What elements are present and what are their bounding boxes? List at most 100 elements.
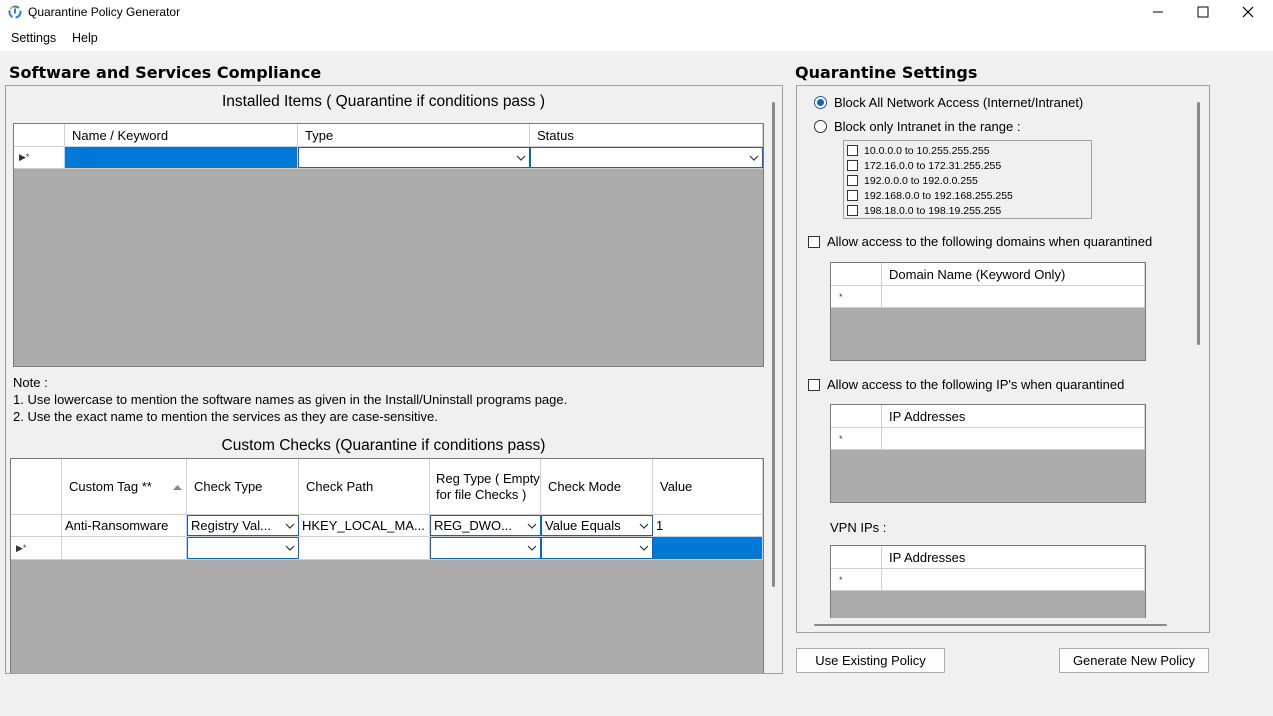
vpn-ips-label: VPN IPs : <box>830 520 887 535</box>
table-row: * <box>831 286 1145 308</box>
column-header-ip-addresses[interactable]: IP Addresses <box>882 405 1145 427</box>
range-item[interactable]: 192.0.0.0 to 192.0.0.255 <box>847 173 1091 188</box>
title-bar <box>0 0 1273 24</box>
name-keyword-input[interactable] <box>65 147 298 168</box>
reg-type-dropdown[interactable] <box>430 537 541 559</box>
table-row: ▶* <box>14 147 763 169</box>
grid-header-row: IP Addresses <box>831 546 1145 569</box>
range-label: 172.16.0.0 to 172.31.255.255 <box>864 159 1002 172</box>
block-all-label: Block All Network Access (Internet/Intra… <box>834 95 1084 110</box>
vpn-ip-input[interactable] <box>882 569 1145 590</box>
software-compliance-panel: Installed Items ( Quarantine if conditio… <box>5 85 783 674</box>
vertical-scrollbar[interactable] <box>1197 102 1200 345</box>
check-mode-dropdown[interactable] <box>541 537 653 559</box>
block-intranet-option[interactable]: Block only Intranet in the range : <box>814 119 1020 134</box>
allow-domains-checkbox[interactable] <box>808 235 820 248</box>
quarantine-settings-title: Quarantine Settings <box>795 63 978 82</box>
note-line-2: 2. Use the exact name to mention the ser… <box>13 409 438 424</box>
generate-new-policy-button[interactable]: Generate New Policy <box>1059 648 1209 673</box>
new-row-marker: * <box>831 286 882 307</box>
column-header-check-path[interactable]: Check Path <box>299 459 430 514</box>
allow-ips-label: Allow access to the following IP's when … <box>827 377 1125 392</box>
custom-tag-input[interactable] <box>62 537 187 559</box>
custom-checks-heading: Custom Checks (Quarantine if conditions … <box>221 437 546 454</box>
row-header-corner <box>831 263 882 285</box>
grid-header-row: Custom Tag ** Check Type Check Path Reg … <box>11 459 763 515</box>
column-header-check-type[interactable]: Check Type <box>187 459 299 514</box>
column-header-type[interactable]: Type <box>298 124 530 146</box>
note-line-1: 1. Use lowercase to mention the software… <box>13 392 568 407</box>
minimize-button[interactable] <box>1135 0 1181 24</box>
range-item[interactable]: 192.168.0.0 to 192.168.255.255 <box>847 188 1091 203</box>
block-intranet-radio[interactable] <box>814 120 827 133</box>
range-checkbox[interactable] <box>847 190 858 201</box>
row-header-corner <box>14 124 65 146</box>
range-item[interactable]: 198.18.0.0 to 198.19.255.255 <box>847 203 1091 218</box>
range-checkbox[interactable] <box>847 175 858 186</box>
maximize-icon <box>1197 6 1209 18</box>
range-item[interactable]: 172.16.0.0 to 172.31.255.255 <box>847 158 1091 173</box>
table-row: Anti-Ransomware Registry Val... HKEY_LOC… <box>11 515 763 537</box>
app-icon <box>8 5 22 19</box>
check-type-dropdown[interactable]: Registry Val... <box>187 515 299 536</box>
installed-items-heading: Installed Items ( Quarantine if conditio… <box>221 93 546 110</box>
domains-grid: Domain Name (Keyword Only) * <box>830 262 1146 361</box>
chevron-down-icon <box>527 523 537 529</box>
menu-settings[interactable]: Settings <box>11 31 56 45</box>
chevron-down-icon <box>285 523 295 529</box>
range-label: 192.0.0.0 to 192.0.0.255 <box>864 174 978 187</box>
chevron-down-icon <box>639 545 649 551</box>
quarantine-settings-scroll-area: Block All Network Access (Internet/Intra… <box>797 86 1207 618</box>
custom-tag-cell[interactable]: Anti-Ransomware <box>62 515 187 536</box>
column-header-vpn-ip-addresses[interactable]: IP Addresses <box>882 546 1145 568</box>
domain-name-input[interactable] <box>882 286 1145 307</box>
chevron-down-icon <box>285 545 295 551</box>
column-header-value[interactable]: Value <box>653 459 763 514</box>
column-header-check-mode[interactable]: Check Mode <box>541 459 653 514</box>
check-mode-dropdown[interactable]: Value Equals <box>541 515 653 536</box>
chevron-down-icon <box>516 155 526 161</box>
maximize-button[interactable] <box>1180 0 1226 24</box>
check-path-input[interactable] <box>299 537 430 559</box>
range-item[interactable]: 10.0.0.0 to 10.255.255.255 <box>847 143 1091 158</box>
block-all-radio[interactable] <box>814 96 827 109</box>
range-checkbox[interactable] <box>847 160 858 171</box>
reg-type-dropdown[interactable]: REG_DWO... <box>430 515 541 536</box>
use-existing-policy-button[interactable]: Use Existing Policy <box>796 648 945 673</box>
check-type-value: Registry Val... <box>191 518 271 533</box>
status-dropdown[interactable] <box>530 147 763 168</box>
range-checkbox[interactable] <box>847 145 858 156</box>
column-header-name[interactable]: Name / Keyword <box>65 124 298 146</box>
vpn-ips-grid: IP Addresses * <box>830 545 1146 618</box>
value-cell[interactable]: 1 <box>653 515 763 536</box>
grid-header-row: Domain Name (Keyword Only) <box>831 263 1145 286</box>
value-input[interactable] <box>653 537 763 559</box>
menu-help[interactable]: Help <box>72 31 98 45</box>
range-label: 10.0.0.0 to 10.255.255.255 <box>864 144 990 157</box>
row-header-corner <box>831 546 882 568</box>
close-button[interactable] <box>1225 0 1271 24</box>
reg-type-value: REG_DWO... <box>434 518 513 533</box>
new-row-marker: * <box>831 428 882 449</box>
vertical-scrollbar[interactable] <box>772 102 775 587</box>
row-header[interactable] <box>11 515 62 536</box>
row-header-corner <box>831 405 882 427</box>
check-path-cell[interactable]: HKEY_LOCAL_MA... <box>299 515 430 536</box>
note-label: Note : <box>13 375 48 390</box>
allow-domains-option[interactable]: Allow access to the following domains wh… <box>808 234 1152 249</box>
type-dropdown[interactable] <box>298 147 530 168</box>
check-type-dropdown[interactable] <box>187 537 299 559</box>
chevron-down-icon <box>639 523 649 529</box>
column-header-domain-name[interactable]: Domain Name (Keyword Only) <box>882 263 1145 285</box>
allow-ips-checkbox[interactable] <box>808 378 820 391</box>
horizontal-scrollbar[interactable] <box>814 624 1167 626</box>
grid-header-row: IP Addresses <box>831 405 1145 428</box>
ip-address-input[interactable] <box>882 428 1145 449</box>
column-header-reg-type[interactable]: Reg Type ( Empty for file Checks ) <box>430 459 541 514</box>
block-all-option[interactable]: Block All Network Access (Internet/Intra… <box>814 95 1083 110</box>
chevron-down-icon <box>749 155 759 161</box>
column-header-status[interactable]: Status <box>530 124 763 146</box>
range-checkbox[interactable] <box>847 205 858 216</box>
column-header-custom-tag[interactable]: Custom Tag ** <box>62 459 187 514</box>
allow-ips-option[interactable]: Allow access to the following IP's when … <box>808 377 1124 392</box>
